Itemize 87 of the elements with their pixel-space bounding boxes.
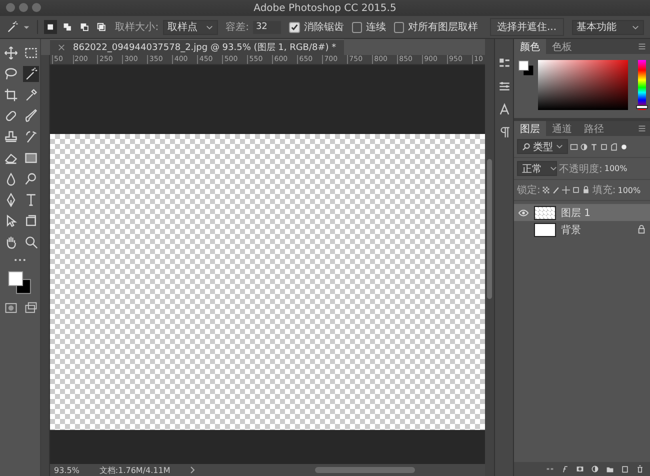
intersect-selection-icon[interactable] <box>94 20 108 34</box>
eye-icon[interactable] <box>518 208 529 216</box>
marquee-tool-icon[interactable] <box>23 45 39 61</box>
search-icon <box>522 142 530 150</box>
panel-tab[interactable]: 颜色 <box>514 39 546 54</box>
caret-icon[interactable] <box>22 24 30 30</box>
wand-tool-icon[interactable] <box>23 66 39 82</box>
color-swatches-icon[interactable] <box>518 60 534 76</box>
image-filter-icon[interactable] <box>570 142 578 150</box>
checkbox-label: 消除锯齿 <box>304 20 344 34</box>
window-title: Adobe Photoshop CC 2015.5 <box>254 2 396 14</box>
caret-icon <box>206 24 213 30</box>
layer-row[interactable]: 背景 <box>514 221 650 238</box>
adjustment-filter-icon[interactable] <box>580 142 588 150</box>
checkbox-label: 对所有图层取样 <box>408 20 478 34</box>
folder-icon[interactable] <box>606 465 614 473</box>
fill-label: 填充: <box>592 184 616 197</box>
select-and-mask-button[interactable]: 选择并遮住... <box>490 18 564 36</box>
horizontal-scrollbar[interactable] <box>315 467 416 473</box>
sample-size-label: 取样大小: <box>115 20 159 34</box>
crop-tool-icon[interactable] <box>3 87 19 103</box>
checkbox[interactable] <box>394 22 404 32</box>
stamp-tool-icon[interactable] <box>3 129 19 145</box>
trash-icon[interactable] <box>636 465 644 473</box>
properties-panel-icon[interactable] <box>498 80 510 93</box>
close-icon[interactable] <box>58 44 65 51</box>
menu-icon[interactable] <box>638 125 646 132</box>
menu-icon[interactable] <box>638 43 646 50</box>
quick-mask-icon[interactable] <box>3 300 19 316</box>
panel-tab[interactable]: 路径 <box>578 121 610 136</box>
new-selection-icon[interactable] <box>44 20 58 34</box>
history-panel-icon[interactable] <box>498 57 510 70</box>
character-panel-icon[interactable] <box>498 103 510 116</box>
caret-icon <box>550 166 557 171</box>
blend-mode-dropdown[interactable]: 正常 <box>517 161 557 176</box>
toggle-icon[interactable] <box>620 142 628 150</box>
caret-icon <box>556 144 563 149</box>
layer-row[interactable]: 图层 1 <box>514 204 650 221</box>
magic-wand-icon[interactable] <box>6 20 18 34</box>
more-tools-icon[interactable] <box>13 258 27 262</box>
opacity-field[interactable]: 100% <box>604 164 628 173</box>
artboard-icon[interactable] <box>572 186 580 194</box>
brush-icon[interactable] <box>552 186 560 194</box>
move-tool-icon[interactable] <box>3 45 19 61</box>
shape-tool-icon[interactable] <box>23 213 39 229</box>
smart-object-filter-icon[interactable] <box>610 142 618 150</box>
mask-icon[interactable] <box>576 465 584 473</box>
vertical-scrollbar[interactable] <box>487 159 492 299</box>
bandage-tool-icon[interactable] <box>3 108 19 124</box>
panel-tab[interactable]: 通道 <box>546 121 578 136</box>
document-tab[interactable]: 862022_094944037578_2.jpg @ 93.5% (图层 1, RGB/8#) * <box>50 39 344 55</box>
type-filter-icon[interactable] <box>590 142 598 150</box>
lasso-tool-icon[interactable] <box>3 66 19 82</box>
new-layer-icon[interactable] <box>621 465 629 473</box>
hue-slider-thumb[interactable] <box>636 104 648 108</box>
tolerance-label: 容差: <box>226 20 249 34</box>
color-picker-field[interactable] <box>538 60 628 110</box>
checkbox[interactable] <box>352 22 362 32</box>
screen-mode-icon[interactable] <box>23 300 39 316</box>
opacity-label: 不透明度: <box>559 162 602 176</box>
layer-filter-dropdown[interactable]: 类型 <box>517 139 568 154</box>
chevron-right-icon[interactable] <box>190 466 196 474</box>
layer-name: 图层 1 <box>561 206 592 220</box>
checkbox[interactable] <box>288 22 300 32</box>
checkbox-label: 连续 <box>366 20 386 34</box>
document-size: 文档:1.76M/4.11M <box>99 464 170 476</box>
layer-name: 背景 <box>561 224 582 236</box>
brush-tool-icon[interactable] <box>23 108 39 124</box>
tolerance-field[interactable]: 32 <box>252 20 281 34</box>
workspace-dropdown[interactable]: 基本功能 <box>572 20 644 34</box>
panel-tab[interactable]: 色板 <box>546 39 578 54</box>
lock-label: 锁定: <box>517 184 540 197</box>
move-icon[interactable] <box>562 186 570 194</box>
document-title: 862022_094944037578_2.jpg @ 93.5% (图层 1, RGB/8#) * <box>73 42 336 54</box>
panel-tab[interactable]: 图层 <box>514 121 546 136</box>
fill-field[interactable]: 100% <box>618 186 641 194</box>
zoom-tool-icon[interactable] <box>23 234 39 250</box>
lock-pixels-icon[interactable] <box>542 186 550 194</box>
caret-icon <box>632 24 639 30</box>
effects-icon[interactable] <box>561 465 569 473</box>
zoom-level: 93.5% <box>54 466 80 474</box>
lock-icon[interactable] <box>582 186 590 194</box>
hue-slider[interactable] <box>638 60 646 110</box>
sample-size-dropdown[interactable]: 取样点 <box>162 20 218 34</box>
color-swatches-icon[interactable] <box>7 270 33 296</box>
shape-filter-icon[interactable] <box>600 142 608 150</box>
adjustment-icon[interactable] <box>591 465 599 473</box>
